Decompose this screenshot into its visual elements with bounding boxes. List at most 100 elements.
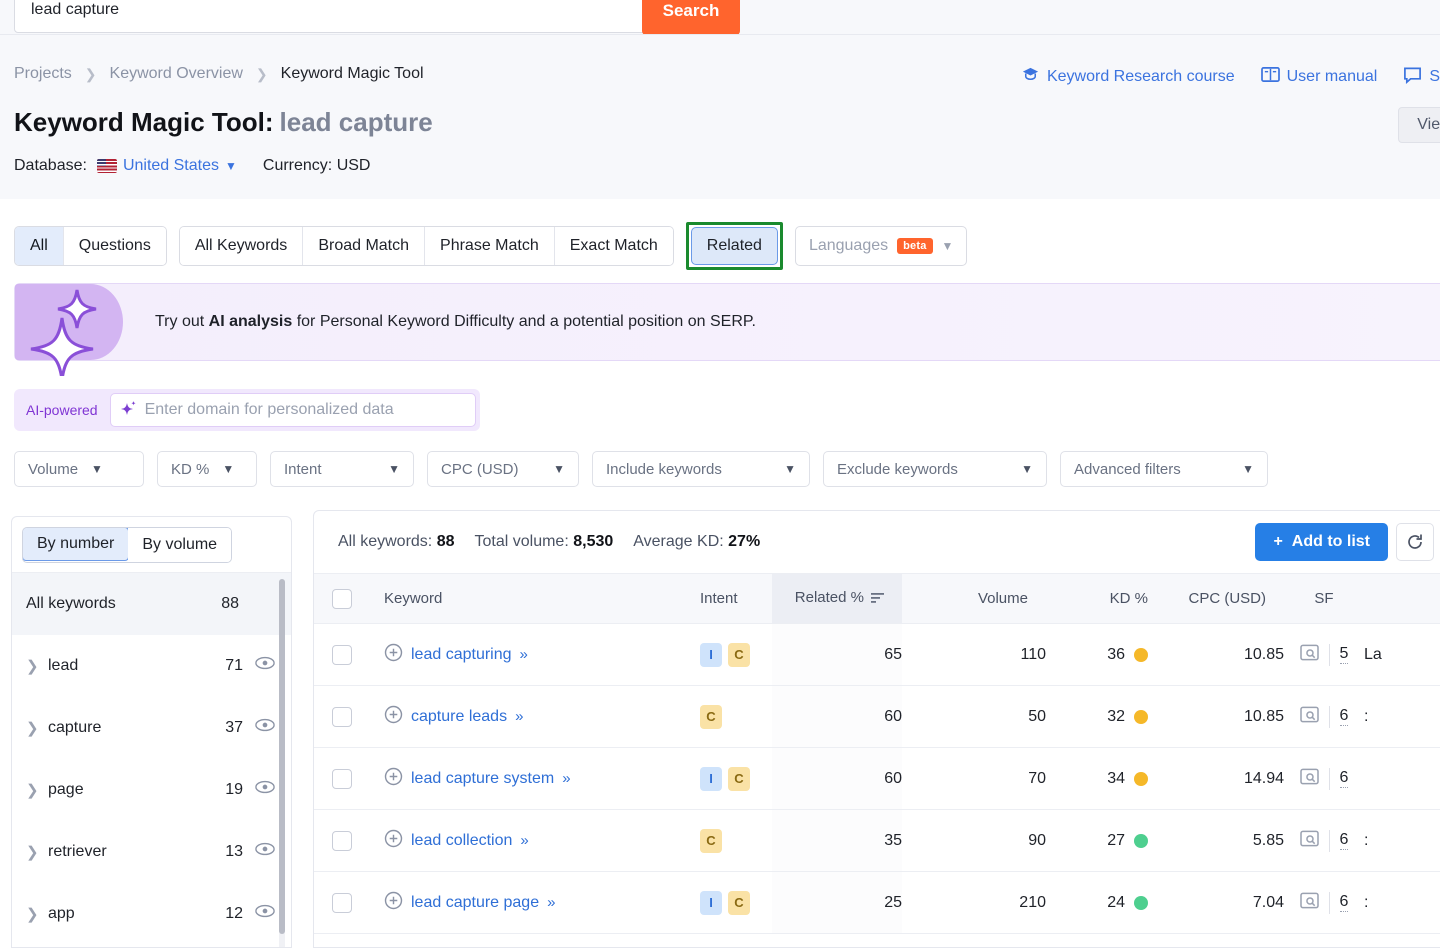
filter-advanced[interactable]: Advanced filters ▼ [1060,451,1268,487]
tab-questions[interactable]: Questions [63,227,166,265]
breadcrumb-item-keyword-overview[interactable]: Keyword Overview [110,65,243,83]
group-row-capture[interactable]: ❯ capture 37 [12,697,291,759]
th-cpc[interactable]: CPC (USD) [1166,573,1284,624]
chevron-right-icon[interactable]: ❯ [26,781,48,799]
row-checkbox[interactable] [332,706,352,727]
expand-keyword-icon[interactable]: » [520,646,528,663]
intent-badge-commercial[interactable]: C [700,828,722,853]
keyword-link[interactable]: lead capture page [411,894,539,912]
table-row[interactable]: lead capturing » I C 65 110 36 10.85 5 L… [314,623,1440,686]
chevron-right-icon[interactable]: ❯ [26,843,48,861]
table-row[interactable]: lead capture system » I C 60 70 34 14.94… [314,747,1440,810]
keyword-link[interactable]: lead collection [411,832,512,850]
keyword-research-course-link[interactable]: Keyword Research course [1021,65,1235,89]
groups-scrollbar[interactable] [279,579,285,947]
filter-volume[interactable]: Volume ▼ [14,451,144,487]
expand-keyword-icon[interactable]: » [520,832,528,849]
chevron-right-icon[interactable]: ❯ [26,719,48,737]
add-keyword-icon[interactable] [384,705,403,729]
sort-by-number-button[interactable]: By number [23,528,130,561]
sf-count[interactable]: 6 [1339,831,1349,850]
intent-badge-commercial[interactable]: C [728,766,750,791]
user-manual-link[interactable]: User manual [1260,66,1377,88]
table-row[interactable]: lead capture page » I C 25 210 24 7.04 6… [314,871,1440,934]
domain-input[interactable] [144,401,465,419]
add-keyword-icon[interactable] [384,891,403,915]
group-row-page[interactable]: ❯ page 19 [12,759,291,821]
eye-icon[interactable] [255,780,275,799]
row-checkbox[interactable] [332,768,352,789]
serp-features-icon[interactable] [1299,892,1319,914]
serp-features-icon[interactable] [1299,644,1319,666]
serp-features-icon[interactable] [1299,830,1319,852]
th-kd[interactable]: KD % [1046,573,1166,624]
keyword-link[interactable]: capture leads [411,708,507,726]
filter-intent[interactable]: Intent ▼ [270,451,414,487]
intent-badge-commercial[interactable]: C [700,704,722,729]
sort-by-volume-button[interactable]: By volume [128,528,232,562]
tab-related[interactable]: Related [690,227,778,265]
database-selector[interactable]: United States ▼ [96,157,237,175]
th-related[interactable]: Related % [772,573,902,624]
search-box[interactable]: ✕ Search [14,0,740,35]
intent-badge-commercial[interactable]: C [728,642,750,667]
add-keyword-icon[interactable] [384,767,403,791]
add-keyword-icon[interactable] [384,643,403,667]
domain-input-wrapper[interactable] [109,393,476,427]
th-keyword[interactable]: Keyword [370,573,686,624]
eye-icon[interactable] [255,718,275,737]
row-checkbox[interactable] [332,892,352,913]
ai-analysis-banner[interactable]: Try out AI analysis for Personal Keyword… [14,283,1440,381]
tab-all[interactable]: All [15,227,64,265]
serp-features-icon[interactable] [1299,706,1319,728]
sf-count[interactable]: 6 [1339,707,1349,726]
groups-scrollbar-thumb[interactable] [279,579,285,934]
eye-icon[interactable] [255,842,275,861]
add-to-list-button[interactable]: + Add to list [1255,523,1388,561]
filter-exclude-keywords[interactable]: Exclude keywords ▼ [823,451,1047,487]
row-checkbox[interactable] [332,644,352,665]
tab-exact-match[interactable]: Exact Match [554,227,673,265]
group-row-all-keywords[interactable]: All keywords 88 [12,573,291,635]
view-selection-button[interactable]: View se [1398,107,1440,143]
serp-features-icon[interactable] [1299,768,1319,790]
expand-keyword-icon[interactable]: » [515,708,523,725]
search-button[interactable]: Search [642,0,740,35]
row-checkbox[interactable] [332,830,352,851]
table-row[interactable]: capture leads » C 60 50 32 10.85 6: [314,685,1440,748]
th-last-update[interactable] [1364,573,1440,624]
keyword-link[interactable]: lead capture system [411,770,554,788]
eye-icon[interactable] [255,904,275,923]
add-keyword-icon[interactable] [384,829,403,853]
tab-phrase-match[interactable]: Phrase Match [425,227,555,265]
breadcrumb-item-projects[interactable]: Projects [14,65,72,83]
filter-kd[interactable]: KD % ▼ [157,451,257,487]
intent-badge-informational[interactable]: I [700,642,722,667]
group-row-lead[interactable]: ❯ lead 71 [12,635,291,697]
languages-dropdown[interactable]: Languages beta ▼ [794,226,968,266]
chevron-right-icon[interactable]: ❯ [26,657,48,675]
expand-keyword-icon[interactable]: » [562,770,570,787]
chevron-right-icon[interactable]: ❯ [26,905,48,923]
group-row-app[interactable]: ❯ app 12 [12,883,291,945]
th-sf[interactable]: SF [1284,573,1364,624]
expand-keyword-icon[interactable]: » [547,894,555,911]
tab-all-keywords[interactable]: All Keywords [179,227,304,265]
send-feedback-link[interactable]: S [1403,66,1440,89]
tab-broad-match[interactable]: Broad Match [303,227,426,265]
table-row[interactable]: lead collection » C 35 90 27 5.85 6: [314,809,1440,872]
group-row-retriever[interactable]: ❯ retriever 13 [12,821,291,883]
sf-count[interactable]: 5 [1339,645,1349,664]
th-intent[interactable]: Intent [686,573,772,624]
sf-count[interactable]: 6 [1339,769,1349,788]
refresh-icon[interactable] [1396,523,1434,561]
sf-count[interactable]: 6 [1339,893,1349,912]
eye-icon[interactable] [255,656,275,675]
intent-badge-informational[interactable]: I [700,766,722,791]
filter-include-keywords[interactable]: Include keywords ▼ [592,451,810,487]
intent-badge-informational[interactable]: I [700,890,722,915]
th-volume[interactable]: Volume [902,573,1046,624]
search-input[interactable] [15,1,705,19]
filter-cpc[interactable]: CPC (USD) ▼ [427,451,579,487]
intent-badge-commercial[interactable]: C [728,890,750,915]
